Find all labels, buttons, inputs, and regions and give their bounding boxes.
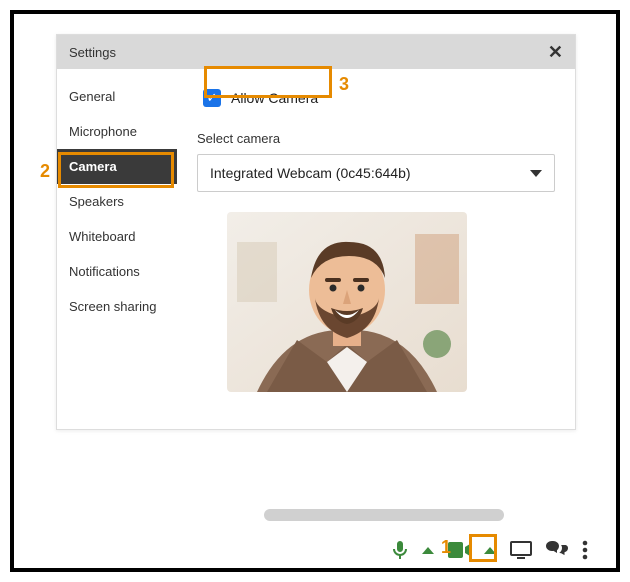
sidebar-item-speakers[interactable]: Speakers bbox=[57, 184, 177, 219]
bottom-toolbar bbox=[392, 540, 588, 560]
annotation-3: 3 bbox=[339, 74, 349, 95]
chevron-down-icon bbox=[530, 170, 542, 177]
chat-icon[interactable] bbox=[546, 541, 568, 559]
more-icon[interactable] bbox=[582, 540, 588, 560]
camera-icon[interactable] bbox=[448, 542, 470, 558]
sidebar-item-whiteboard[interactable]: Whiteboard bbox=[57, 219, 177, 254]
camera-settings-content: ✓ Allow Camera Select camera Integrated … bbox=[177, 69, 575, 429]
sidebar-item-microphone[interactable]: Microphone bbox=[57, 114, 177, 149]
panel-header: Settings ✕ bbox=[57, 35, 575, 69]
annotation-1: 1 bbox=[441, 537, 451, 558]
camera-preview bbox=[227, 212, 467, 392]
screen-share-icon[interactable] bbox=[510, 541, 532, 559]
select-camera-label: Select camera bbox=[197, 131, 555, 146]
panel-title: Settings bbox=[69, 45, 116, 60]
camera-select-value: Integrated Webcam (0c45:644b) bbox=[210, 165, 411, 181]
annotation-2: 2 bbox=[40, 161, 50, 182]
app-frame: Settings ✕ General Microphone Camera Spe… bbox=[10, 10, 620, 572]
allow-camera-checkbox[interactable]: ✓ bbox=[203, 89, 221, 107]
settings-panel: Settings ✕ General Microphone Camera Spe… bbox=[56, 34, 576, 430]
sidebar-item-general[interactable]: General bbox=[57, 79, 177, 114]
camera-select[interactable]: Integrated Webcam (0c45:644b) bbox=[197, 154, 555, 192]
sidebar-item-camera[interactable]: Camera bbox=[57, 149, 177, 184]
sidebar: General Microphone Camera Speakers White… bbox=[57, 69, 177, 429]
microphone-icon[interactable] bbox=[392, 540, 408, 560]
sidebar-item-notifications[interactable]: Notifications bbox=[57, 254, 177, 289]
caret-up-icon[interactable] bbox=[422, 547, 434, 554]
allow-camera-row[interactable]: ✓ Allow Camera bbox=[197, 87, 324, 109]
scrollbar[interactable] bbox=[264, 509, 504, 521]
close-icon[interactable]: ✕ bbox=[548, 43, 563, 61]
allow-camera-label: Allow Camera bbox=[231, 90, 318, 106]
panel-body: General Microphone Camera Speakers White… bbox=[57, 69, 575, 429]
sidebar-item-screen-sharing[interactable]: Screen sharing bbox=[57, 289, 177, 324]
camera-caret-up-icon[interactable] bbox=[484, 547, 496, 554]
